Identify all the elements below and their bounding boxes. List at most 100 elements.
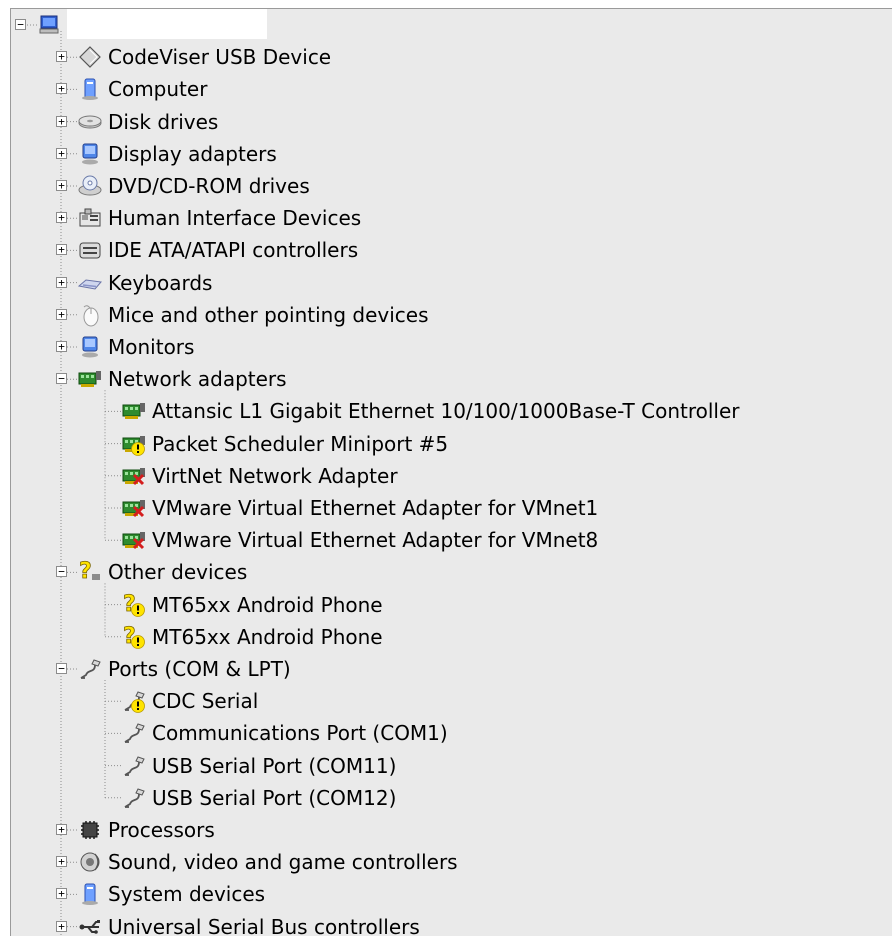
tree-item-label: Computer <box>108 77 208 102</box>
tree-item-label: VirtNet Network Adapter <box>152 463 398 488</box>
expand-toggle-icon[interactable]: + <box>56 83 67 95</box>
unknown-device-icon: ? <box>78 560 102 584</box>
tree-device-vmware-virtual-ethernet-adapter-for-vmnet8[interactable]: VMware Virtual Ethernet Adapter for VMne… <box>122 524 598 556</box>
tree-item-label: Keyboards <box>108 270 213 295</box>
tree-category-system-devices[interactable]: System devices <box>78 878 265 910</box>
port-icon <box>122 721 146 745</box>
collapse-toggle-icon[interactable]: − <box>56 566 67 578</box>
tree-item-label: System devices <box>108 882 266 907</box>
expand-toggle-icon[interactable]: + <box>56 308 67 320</box>
port-icon <box>122 754 146 778</box>
mouse-icon <box>78 303 102 327</box>
tree-category-other-devices[interactable]: ? Other devices <box>78 556 248 588</box>
expand-toggle-icon[interactable]: + <box>56 180 67 191</box>
hid-icon <box>78 206 102 230</box>
tree-device-usb-serial-port-com11[interactable]: USB Serial Port (COM11) <box>122 750 396 782</box>
tree-item-label: CodeViser USB Device <box>108 45 332 70</box>
tree-category-keyboards[interactable]: Keyboards <box>78 267 212 299</box>
tree-item-label: Other devices <box>108 560 248 585</box>
keyboard-icon <box>78 271 102 295</box>
port-icon <box>122 786 146 810</box>
tree-item-label: Ports (COM & LPT) <box>108 657 291 681</box>
tree-device-virtnet-network-adapter[interactable]: VirtNet Network Adapter <box>122 460 398 492</box>
tree-device-usb-serial-port-com12[interactable]: USB Serial Port (COM12) <box>122 782 396 814</box>
tree-device-communications-port-com1[interactable]: Communications Port (COM1) <box>122 717 448 749</box>
usb-icon <box>78 915 102 936</box>
tree-category-universal-serial-bus-controllers[interactable]: Universal Serial Bus controllers <box>78 911 420 936</box>
tree-category-ide-ata-atapi-controllers[interactable]: IDE ATA/ATAPI controllers <box>78 234 358 266</box>
tree-item-label: VMware Virtual Ethernet Adapter for VMne… <box>152 496 599 520</box>
tree-item-label: Disk drives <box>108 109 219 134</box>
tree-item-label: Display adapters <box>108 141 277 166</box>
dvd-drive-icon <box>78 174 102 198</box>
tree-device-packet-scheduler-miniport-5[interactable]: Packet Scheduler Miniport #5 <box>122 428 448 460</box>
network-adapter-icon <box>122 496 146 520</box>
tree-item-label: Human Interface Devices <box>108 206 362 231</box>
tree-category-human-interface-devices[interactable]: Human Interface Devices <box>78 202 361 234</box>
diamond-device-icon <box>78 45 102 69</box>
network-adapter-icon <box>122 432 146 456</box>
tree-category-ports-com-lpt[interactable]: Ports (COM & LPT) <box>78 653 291 685</box>
computer-icon <box>78 77 102 101</box>
tree-item-label: Network adapters <box>108 367 287 392</box>
expand-toggle-icon[interactable]: + <box>56 147 67 159</box>
tree-device-mt65xx-android-phone[interactable]: ? MT65xx Android Phone <box>122 589 383 621</box>
expand-toggle-icon[interactable]: + <box>56 341 67 352</box>
tree-item-label: Monitors <box>108 335 195 359</box>
expand-toggle-icon[interactable]: + <box>56 920 67 932</box>
system-device-icon <box>78 882 102 906</box>
expand-toggle-icon[interactable]: + <box>56 115 67 127</box>
tree-item-label: Universal Serial Bus controllers <box>108 914 420 936</box>
network-adapter-icon <box>122 528 146 552</box>
expand-toggle-icon[interactable]: + <box>56 244 67 256</box>
tree-item-label: IDE ATA/ATAPI controllers <box>108 238 359 263</box>
processor-icon <box>78 818 102 842</box>
svg-text:?: ? <box>79 560 92 584</box>
tree-item-label: Packet Scheduler Miniport #5 <box>152 431 449 456</box>
tree-item-label: MT65xx Android Phone <box>152 592 383 617</box>
port-icon <box>78 657 102 681</box>
tree-category-network-adapters[interactable]: Network adapters <box>78 363 287 395</box>
computer-monitor-icon <box>37 13 61 37</box>
tree-category-processors[interactable]: Processors <box>78 814 215 846</box>
tree-item-label: MT65xx Android Phone <box>152 624 383 649</box>
expand-toggle-icon[interactable]: + <box>56 51 67 63</box>
collapse-toggle-icon[interactable]: − <box>56 373 67 385</box>
network-adapter-icon <box>122 464 146 488</box>
tree-device-vmware-virtual-ethernet-adapter-for-vmnet1[interactable]: VMware Virtual Ethernet Adapter for VMne… <box>122 492 598 524</box>
tree-item-label: Processors <box>108 818 215 842</box>
tree-device-cdc-serial[interactable]: CDC Serial <box>122 685 258 717</box>
tree-root-computer[interactable] <box>37 9 67 41</box>
network-adapter-icon <box>122 399 146 423</box>
tree-item-label: CDC Serial <box>152 689 259 714</box>
unknown-device-icon: ? <box>122 625 146 649</box>
display-adapter-icon <box>78 142 102 166</box>
sound-icon <box>78 850 102 874</box>
disk-drive-icon <box>78 110 102 134</box>
expand-toggle-icon[interactable]: + <box>56 212 67 224</box>
tree-category-mice-and-other-pointing-devices[interactable]: Mice and other pointing devices <box>78 299 429 331</box>
expand-toggle-icon[interactable]: + <box>56 276 67 288</box>
unknown-device-icon: ? <box>122 593 146 617</box>
ide-controller-icon <box>78 238 102 262</box>
tree-device-attansic-l1-gigabit-ethernet-10-100-1000base-t-controller[interactable]: Attansic L1 Gigabit Ethernet 10/100/1000… <box>122 395 740 427</box>
tree-item-label: USB Serial Port (COM11) <box>152 753 397 778</box>
tree-category-monitors[interactable]: Monitors <box>78 331 194 363</box>
tree-item-label: Mice and other pointing devices <box>108 302 429 327</box>
tree-item-label: Sound, video and game controllers <box>108 850 458 875</box>
tree-device-mt65xx-android-phone[interactable]: ? MT65xx Android Phone <box>122 621 383 653</box>
tree-item-label: DVD/CD-ROM drives <box>108 174 310 198</box>
collapse-toggle-icon[interactable]: − <box>15 19 26 30</box>
collapse-toggle-icon[interactable]: − <box>56 663 67 674</box>
tree-category-dvd-cd-rom-drives[interactable]: DVD/CD-ROM drives <box>78 170 310 202</box>
tree-item-label: USB Serial Port (COM12) <box>152 785 397 810</box>
tree-category-sound-video-and-game-controllers[interactable]: Sound, video and game controllers <box>78 846 458 878</box>
tree-category-display-adapters[interactable]: Display adapters <box>78 138 277 170</box>
tree-category-codeviser-usb-device[interactable]: CodeViser USB Device <box>78 41 331 73</box>
expand-toggle-icon[interactable]: + <box>56 824 67 835</box>
tree-category-computer[interactable]: Computer <box>78 73 207 105</box>
tree-item-label: VMware Virtual Ethernet Adapter for VMne… <box>152 528 599 553</box>
expand-toggle-icon[interactable]: + <box>56 856 67 868</box>
tree-category-disk-drives[interactable]: Disk drives <box>78 106 218 138</box>
expand-toggle-icon[interactable]: + <box>56 888 67 900</box>
